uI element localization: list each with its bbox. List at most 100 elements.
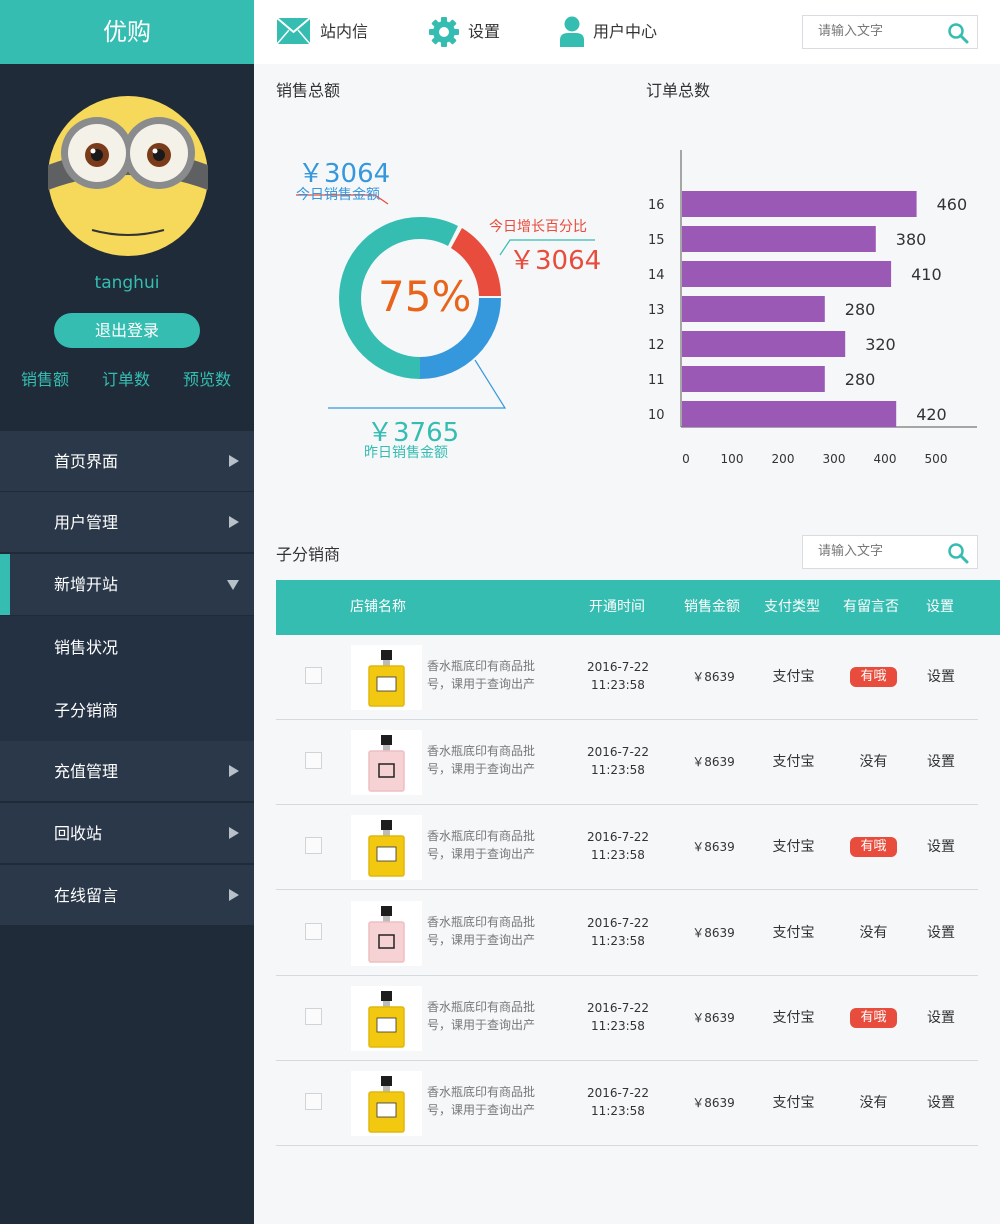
- open-clock: 11:23:58: [591, 934, 645, 948]
- column-header-sales-amount[interactable]: 销售金额: [684, 580, 740, 635]
- nav-item-label: 充值管理: [54, 762, 119, 781]
- nav-item-user-management[interactable]: 用户管理: [0, 492, 254, 553]
- table-search-input[interactable]: 请输入文字: [802, 535, 978, 569]
- row-settings-link[interactable]: 设置: [916, 1061, 966, 1146]
- message-badge[interactable]: 有哦: [850, 837, 897, 857]
- column-header-settings[interactable]: 设置: [926, 580, 954, 635]
- nav-item-recharge[interactable]: 充值管理: [0, 741, 254, 802]
- perfume-bottle-image[interactable]: [351, 645, 422, 710]
- sales-amount: ￥8639: [692, 755, 735, 769]
- preview-count-link[interactable]: 预览数: [183, 366, 231, 390]
- has-message-cell: 没有: [836, 891, 911, 976]
- user-icon[interactable]: [560, 16, 584, 47]
- growth-amount: ￥3064: [509, 246, 602, 276]
- username: tanghui: [94, 273, 160, 293]
- bar-value-label: 280: [845, 370, 876, 389]
- category-tick-label: 10: [648, 408, 665, 423]
- open-clock: 11:23:58: [591, 848, 645, 862]
- bar-16[interactable]: [682, 191, 917, 217]
- table-row: 香水瓶底印有商品批号，课用于查询出产 2016-7-22 11:23:58 ￥8639…: [276, 720, 978, 805]
- bar-value-label: 410: [911, 265, 942, 284]
- chevron-right-icon: [229, 516, 239, 528]
- perfume-bottle-image[interactable]: [351, 986, 422, 1051]
- messages-link[interactable]: 站内信: [320, 0, 368, 64]
- row-checkbox[interactable]: [305, 667, 322, 684]
- nav-subitem-sales-status[interactable]: 销售状况: [0, 616, 254, 680]
- message-badge[interactable]: 有哦: [850, 1008, 897, 1028]
- shop-description: 香水瓶底印有商品批号，课用于查询出产: [427, 744, 536, 776]
- bar-value-label: 280: [845, 300, 876, 319]
- donut-center-percent: 75%: [378, 272, 472, 321]
- app-logo[interactable]: 优购: [0, 0, 254, 64]
- open-time: 2016-7-22 11:23:58: [582, 1084, 654, 1120]
- gear-icon[interactable]: [428, 16, 460, 48]
- row-checkbox[interactable]: [305, 752, 322, 769]
- x-tick-label: 200: [772, 452, 795, 466]
- bar-value-label: 320: [865, 335, 896, 354]
- avatar[interactable]: [47, 95, 209, 257]
- bar-11[interactable]: [682, 366, 825, 392]
- nav-item-label: 用户管理: [54, 513, 119, 532]
- row-checkbox[interactable]: [305, 837, 322, 854]
- has-message-cell: 有哦: [836, 976, 911, 1061]
- open-date: 2016-7-22: [586, 830, 650, 844]
- row-checkbox[interactable]: [305, 923, 322, 940]
- sales-amount-link[interactable]: 销售额: [21, 366, 69, 390]
- row-settings-link[interactable]: 设置: [916, 891, 966, 976]
- nav-item-home[interactable]: 首页界面: [0, 431, 254, 492]
- bar-14[interactable]: [682, 261, 892, 287]
- search-icon[interactable]: [947, 22, 969, 44]
- nav-item-recycle-bin[interactable]: 回收站: [0, 803, 254, 864]
- row-settings-link[interactable]: 设置: [916, 635, 966, 720]
- shop-description: 香水瓶底印有商品批号，课用于查询出产: [427, 915, 536, 947]
- row-checkbox[interactable]: [305, 1008, 322, 1025]
- message-badge[interactable]: 有哦: [850, 667, 897, 687]
- category-tick-label: 11: [648, 373, 665, 388]
- column-header-has-message[interactable]: 有留言否: [843, 580, 899, 635]
- perfume-bottle-image[interactable]: [351, 901, 422, 966]
- bar-13[interactable]: [682, 296, 825, 322]
- search-icon[interactable]: [947, 542, 969, 564]
- order-count-link[interactable]: 订单数: [102, 366, 150, 390]
- sales-amount: ￥8639: [692, 926, 735, 940]
- nav-subitem-distributors[interactable]: 子分销商: [0, 680, 254, 741]
- row-settings-link[interactable]: 设置: [916, 976, 966, 1061]
- column-header-shop-name[interactable]: 店铺名称: [350, 580, 406, 635]
- column-header-pay-type[interactable]: 支付类型: [764, 580, 820, 635]
- nav-item-label: 回收站: [54, 824, 103, 843]
- open-date: 2016-7-22: [586, 1001, 650, 1015]
- settings-link[interactable]: 设置: [468, 0, 500, 64]
- nav-item-online-message[interactable]: 在线留言: [0, 865, 254, 926]
- top-search-input[interactable]: 请输入文字: [802, 15, 978, 49]
- donut-segment-top: [420, 216, 458, 246]
- sidebar: 优购 tanghui 退出登录 销售额 订单数 预览数 首页界面 用户管理 新增…: [0, 0, 254, 1224]
- perfume-bottle-image[interactable]: [351, 1071, 422, 1136]
- table-row: 香水瓶底印有商品批号，课用于查询出产 2016-7-22 11:23:58 ￥8639…: [276, 976, 978, 1061]
- open-clock: 11:23:58: [591, 763, 645, 777]
- perfume-bottle-image[interactable]: [351, 815, 422, 880]
- nav-item-label: 销售状况: [54, 638, 119, 657]
- table-row: 香水瓶底印有商品批号，课用于查询出产 2016-7-22 11:23:58 ￥8639…: [276, 1061, 978, 1146]
- order-total-title: 订单总数: [646, 81, 711, 100]
- column-header-open-time[interactable]: 开通时间: [589, 580, 645, 635]
- open-clock: 11:23:58: [591, 1019, 645, 1033]
- logout-button[interactable]: 退出登录: [54, 313, 200, 348]
- row-settings-link[interactable]: 设置: [916, 720, 966, 805]
- open-time: 2016-7-22 11:23:58: [582, 658, 654, 694]
- chevron-right-icon: [229, 827, 239, 839]
- row-settings-link[interactable]: 设置: [916, 805, 966, 890]
- pay-type: 支付宝: [772, 1010, 815, 1026]
- shop-description: 香水瓶底印有商品批号，课用于查询出产: [427, 829, 536, 861]
- mail-icon[interactable]: [276, 17, 311, 45]
- bar-10[interactable]: [682, 401, 897, 427]
- bar-12[interactable]: [682, 331, 846, 357]
- x-tick-label: 100: [721, 452, 744, 466]
- open-date: 2016-7-22: [586, 660, 650, 674]
- bar-15[interactable]: [682, 226, 876, 252]
- x-tick-label: 400: [874, 452, 897, 466]
- perfume-bottle-image[interactable]: [351, 730, 422, 795]
- has-message-cell: 没有: [836, 720, 911, 805]
- nav-item-new-site[interactable]: 新增开站: [0, 554, 254, 615]
- user-center-link[interactable]: 用户中心: [593, 0, 657, 64]
- row-checkbox[interactable]: [305, 1093, 322, 1110]
